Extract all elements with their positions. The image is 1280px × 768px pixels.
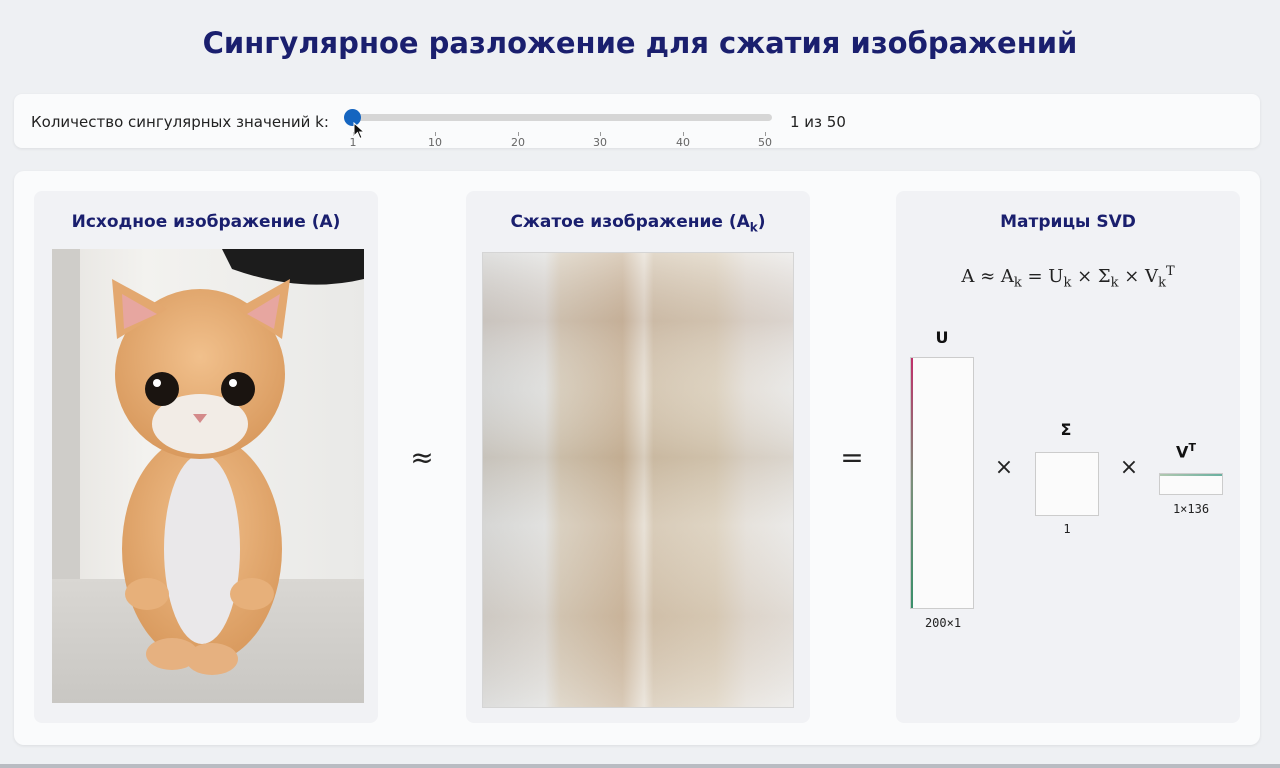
svd-matrices-card: Матрицы SVD A ≈ Ak = Uk × Σk × VkT U 200… <box>896 191 1240 723</box>
k-slider-track[interactable] <box>352 114 772 121</box>
equals-symbol: = <box>840 441 864 474</box>
compressed-image <box>482 252 794 708</box>
blurred-rank1-image-icon <box>483 253 793 707</box>
bottom-edge <box>0 764 1280 768</box>
main-panel: Исходное изображение (A) ≈ Сжатое изобра… <box>14 171 1260 745</box>
sigma-matrix-label: Σ <box>1060 420 1072 439</box>
compressed-image-title: Сжатое изображение (Ak) <box>466 212 810 234</box>
svd-title: Матрицы SVD <box>1000 212 1136 232</box>
original-image <box>52 249 364 703</box>
page-title: Сингулярное разложение для сжатия изобра… <box>202 26 1078 60</box>
formula-part: × V <box>1118 266 1159 287</box>
formula-sub: k <box>1110 275 1119 291</box>
u-matrix-label: U <box>935 328 949 347</box>
compressed-title-sub: k <box>749 220 758 235</box>
vt-matrix-row <box>1160 474 1222 476</box>
u-matrix-column <box>911 358 913 608</box>
slider-tick-label: 30 <box>593 136 607 149</box>
sigma-matrix-dims: 1 <box>1063 522 1071 536</box>
times-symbol: × <box>1119 455 1139 480</box>
approx-symbol: ≈ <box>410 441 434 474</box>
pointer-cursor-icon <box>353 122 366 140</box>
slider-tick-label: 10 <box>428 136 442 149</box>
slider-tick-label: 40 <box>676 136 690 149</box>
k-control-bar: Количество сингулярных значений k: 1 10 … <box>14 94 1260 149</box>
vt-matrix <box>1159 473 1223 495</box>
vt-matrix-label: VT <box>1166 441 1206 461</box>
original-image-title: Исходное изображение (A) <box>71 212 341 232</box>
sigma-matrix <box>1035 452 1099 516</box>
formula-sup: T <box>1165 264 1175 279</box>
vt-label-sup: T <box>1188 441 1196 454</box>
slider-tick-label: 20 <box>511 136 525 149</box>
compressed-title-main: Сжатое изображение (A <box>510 212 750 232</box>
vt-label-main: V <box>1176 442 1189 462</box>
formula-sub: k <box>1158 275 1166 291</box>
formula-part: × Σ <box>1071 266 1111 287</box>
u-matrix <box>910 357 974 609</box>
formula-sub: k <box>1013 275 1022 291</box>
compressed-title-end: ) <box>757 212 766 232</box>
formula-part: = U <box>1021 266 1064 287</box>
formula-part: A ≈ A <box>961 266 1014 287</box>
compressed-image-card: Сжатое изображение (Ak) <box>466 191 810 723</box>
svd-formula: A ≈ Ak = Uk × Σk × VkT <box>896 264 1240 291</box>
times-symbol: × <box>994 455 1014 480</box>
slider-tick-label: 50 <box>758 136 772 149</box>
vt-matrix-dims: 1×136 <box>1172 502 1210 516</box>
k-value-text: 1 из 50 <box>790 113 846 131</box>
kitten-photo-icon <box>52 249 364 703</box>
original-image-card: Исходное изображение (A) <box>34 191 378 723</box>
u-matrix-dims: 200×1 <box>924 616 962 630</box>
k-slider-label: Количество сингулярных значений k: <box>31 113 329 131</box>
